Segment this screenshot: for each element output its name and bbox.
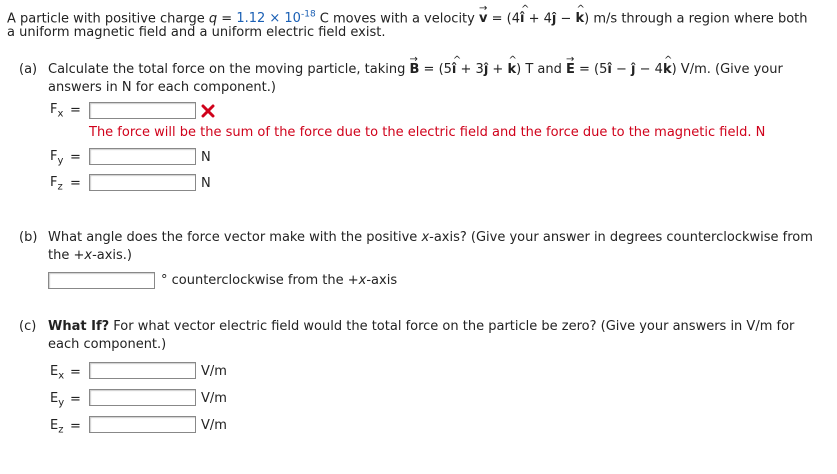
angle-unit: ° counterclockwise from the +x-axis bbox=[161, 273, 397, 288]
fx-equals: = bbox=[70, 103, 81, 118]
question-text: For what vector electric field would the… bbox=[109, 319, 795, 334]
x-var: x bbox=[84, 248, 93, 263]
fz-label: Fz bbox=[50, 175, 63, 193]
question-text: What angle does the force vector make wi… bbox=[48, 230, 422, 245]
question-text: -axis? (Give your answer in degrees coun… bbox=[429, 230, 813, 245]
fy-input[interactable] bbox=[89, 148, 196, 165]
k-unit: k bbox=[663, 52, 672, 79]
fy-equals: = bbox=[70, 150, 81, 165]
label-sub: x bbox=[58, 370, 65, 382]
label-sub: y bbox=[57, 155, 64, 167]
question-text: -axis.) bbox=[92, 248, 133, 263]
fx-input[interactable] bbox=[89, 102, 196, 119]
question-text: ) V/m. (Give your bbox=[671, 62, 783, 77]
label-sub: z bbox=[57, 181, 63, 193]
part-a-tag: (a) bbox=[19, 62, 38, 77]
ez-label: Ez bbox=[50, 418, 63, 436]
intro-text: − bbox=[556, 11, 576, 27]
feedback-text: The force will be the sum of the force d… bbox=[89, 125, 766, 140]
ex-label: Ex bbox=[50, 364, 64, 382]
part-b-tag: (b) bbox=[19, 230, 38, 245]
part-c-question-line-2: each component.) bbox=[48, 337, 167, 352]
label-letter: E bbox=[50, 418, 59, 433]
b-field-vector: B bbox=[410, 51, 420, 79]
fy-label: Fy bbox=[50, 149, 63, 167]
k-unit: k bbox=[507, 52, 516, 79]
e-field-vector: E bbox=[566, 51, 575, 79]
part-c-tag: (c) bbox=[19, 319, 37, 334]
part-c-question-line-1: What If? For what vector electric field … bbox=[48, 318, 794, 336]
x-var: x bbox=[421, 230, 430, 245]
unit-text: ° counterclockwise from the + bbox=[161, 273, 359, 288]
part-a-question-line-2: answers in N for each component.) bbox=[48, 80, 276, 95]
angle-input[interactable] bbox=[48, 272, 155, 289]
part-b-question-line-1: What angle does the force vector make wi… bbox=[48, 229, 813, 247]
question-text: the + bbox=[48, 248, 85, 263]
i-unit: î bbox=[520, 1, 530, 28]
x-mark-icon bbox=[201, 104, 215, 118]
ez-input[interactable] bbox=[89, 416, 196, 433]
ey-unit: V/m bbox=[201, 391, 227, 406]
fz-unit: N bbox=[201, 176, 211, 191]
question-text: + bbox=[488, 62, 508, 77]
label-sub: y bbox=[58, 397, 65, 409]
ey-input[interactable] bbox=[89, 389, 196, 406]
part-a-question-line-1: Calculate the total force on the moving … bbox=[48, 51, 783, 79]
fx-label: Fx bbox=[50, 102, 63, 120]
label-sub: z bbox=[58, 424, 64, 436]
intro-text: = (4 bbox=[487, 11, 520, 27]
fz-input[interactable] bbox=[89, 174, 196, 191]
i-unit: î bbox=[452, 52, 462, 79]
unit-text: -axis bbox=[366, 273, 398, 288]
ey-label: Ey bbox=[50, 391, 64, 409]
ez-unit: V/m bbox=[201, 418, 227, 433]
question-text: − 4 bbox=[635, 62, 663, 77]
fz-equals: = bbox=[70, 176, 81, 191]
question-text: Calculate the total force on the moving … bbox=[48, 62, 410, 77]
ex-unit: V/m bbox=[201, 364, 227, 379]
charge-exponent: -18 bbox=[300, 10, 316, 20]
intro-text: ) m/s through a region where both bbox=[584, 11, 808, 27]
fy-unit: N bbox=[201, 150, 211, 165]
question-text: − bbox=[611, 62, 632, 77]
question-text: = (5 bbox=[574, 62, 608, 77]
velocity-vector: v bbox=[479, 0, 488, 28]
question-text: ) T and bbox=[516, 62, 566, 77]
ex-input[interactable] bbox=[89, 362, 196, 379]
ez-equals: = bbox=[70, 419, 81, 434]
ex-equals: = bbox=[70, 365, 81, 380]
label-letter: E bbox=[50, 391, 59, 406]
question-text: = (5 bbox=[419, 62, 452, 77]
intro-line-2: a uniform magnetic field and a uniform e… bbox=[7, 25, 386, 40]
k-unit: k bbox=[576, 1, 585, 28]
label-letter: E bbox=[50, 364, 59, 379]
part-b-question-line-2: the +x-axis.) bbox=[48, 247, 132, 265]
what-if-label: What If? bbox=[48, 319, 110, 334]
label-sub: x bbox=[57, 108, 64, 120]
ey-equals: = bbox=[70, 392, 81, 407]
